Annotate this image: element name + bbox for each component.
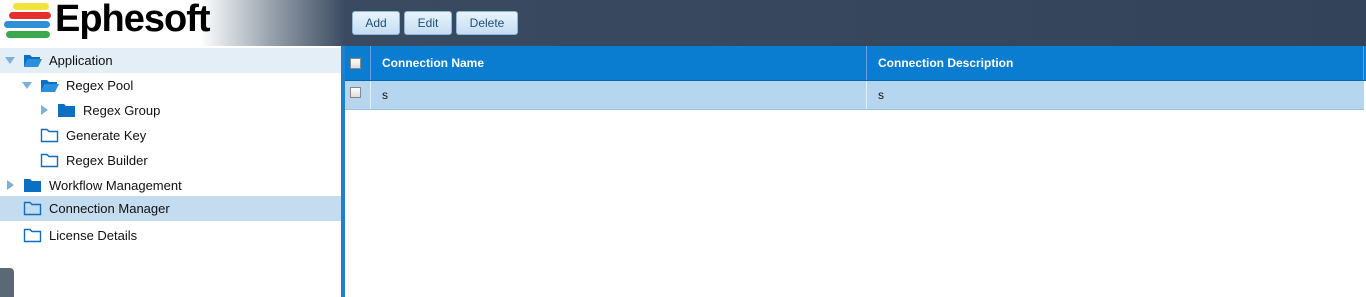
grid-header: Connection Name Connection Description [345,46,1366,81]
tree-item-regex-pool[interactable]: Regex Pool [0,73,341,98]
tree-item-label: Application [49,53,113,68]
tree-item-label: Regex Builder [66,153,148,168]
edit-button[interactable]: Edit [404,11,452,35]
tree-item-label: Regex Group [83,103,161,118]
folder-open-icon [41,80,59,92]
folder-outline-icon [40,128,59,143]
tree-item-connection-manager[interactable]: Connection Manager [0,196,341,221]
folder-filled-icon [24,179,41,192]
column-header-connection-description[interactable]: Connection Description [878,46,1013,80]
side-panel-handle[interactable] [0,268,14,297]
delete-button[interactable]: Delete [456,11,518,35]
connections-grid: Connection Name Connection Description s… [345,46,1366,297]
navigation-tree: Application Regex Pool Regex Group Gener… [0,46,341,297]
tree-item-label: License Details [49,228,138,243]
app-header: Ephesoft Add Edit Delete [0,0,1366,46]
tree-item-label: Regex Pool [66,78,134,93]
tree-item-label: Workflow Management [49,178,182,193]
tree-item-label: Generate Key [66,128,147,143]
tree-item-regex-group[interactable]: Regex Group [0,98,341,123]
column-header-connection-name[interactable]: Connection Name [382,46,484,80]
cell-connection-description: s [878,88,884,102]
select-all-checkbox[interactable] [350,58,361,69]
tree-item-generate-key[interactable]: Generate Key [0,123,341,148]
row-checkbox[interactable] [350,87,361,98]
add-button[interactable]: Add [352,11,400,35]
folder-outline-icon [40,153,59,168]
table-row[interactable]: s s [345,81,1364,110]
logo-mark-icon [3,1,55,45]
tree-item-workflow-management[interactable]: Workflow Management [0,173,341,198]
tree-item-license-details[interactable]: License Details [0,223,341,248]
tree-item-regex-builder[interactable]: Regex Builder [0,148,341,173]
ephesoft-logo: Ephesoft [3,0,213,45]
expand-arrow-icon[interactable] [7,180,14,190]
folder-outline-icon [23,201,42,216]
folder-filled-icon [58,104,75,117]
folder-open-icon [24,55,42,67]
collapse-arrow-icon[interactable] [22,82,32,89]
expand-arrow-icon[interactable] [41,105,48,115]
tree-item-application[interactable]: Application [0,48,341,73]
tree-item-label: Connection Manager [49,201,170,216]
toolbar: Add Edit Delete [352,11,518,35]
folder-outline-icon [23,228,42,243]
logo-text: Ephesoft [55,0,211,40]
collapse-arrow-icon[interactable] [5,57,15,64]
cell-connection-name: s [382,88,388,102]
